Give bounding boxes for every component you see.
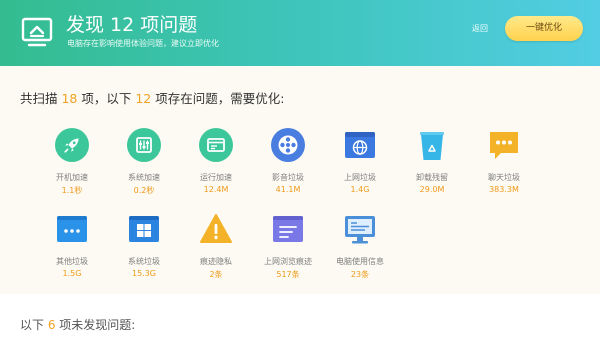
globe-browser-icon bbox=[345, 132, 375, 158]
window-icon bbox=[199, 128, 233, 162]
item-value: 517条 bbox=[276, 270, 300, 279]
item-value: 12.4M bbox=[203, 185, 229, 194]
item-name: 系统垃圾 bbox=[128, 257, 160, 266]
summary-suffix: 项存在问题，需要优化: bbox=[151, 91, 285, 106]
notfound-prefix: 以下 bbox=[20, 318, 48, 332]
issue-item-other-junk[interactable]: 其他垃圾 1.5G bbox=[37, 212, 107, 278]
issue-item-system-speed[interactable]: 系统加速 0.2秒 bbox=[109, 128, 179, 196]
item-name: 上网垃圾 bbox=[344, 173, 376, 182]
windows-logo-icon bbox=[129, 216, 159, 242]
notfound-suffix: 项未发现问题: bbox=[55, 318, 136, 332]
pc-clean-logo-icon bbox=[21, 17, 53, 47]
item-value: 2条 bbox=[209, 270, 223, 279]
scan-summary: 共扫描 18 项，以下 12 项存在问题，需要优化: bbox=[20, 88, 284, 107]
no-problems-summary: 以下 6 项未发现问题: bbox=[20, 316, 135, 333]
scanned-count: 18 bbox=[61, 91, 78, 106]
chat-bubble-icon bbox=[490, 132, 518, 159]
rocket-icon bbox=[55, 128, 89, 162]
item-value: 383.3M bbox=[489, 185, 519, 194]
page-title: 发现 12 项问题 bbox=[66, 14, 198, 36]
item-name: 痕迹隐私 bbox=[200, 257, 232, 266]
item-name: 卸载残留 bbox=[416, 173, 448, 182]
page-subtitle: 电脑存在影响使用体验问题，建议立即优化 bbox=[67, 39, 219, 48]
more-window-icon bbox=[57, 216, 87, 242]
item-name: 系统加速 bbox=[128, 173, 160, 182]
item-value: 1.5G bbox=[62, 269, 82, 278]
issue-item-chat-junk[interactable]: 聊天垃圾 383.3M bbox=[469, 128, 539, 194]
issue-item-run-speed[interactable]: 运行加速 12.4M bbox=[181, 128, 251, 194]
item-value: 1.4G bbox=[350, 185, 370, 194]
issue-item-privacy-traces[interactable]: 痕迹隐私 2条 bbox=[181, 212, 251, 280]
issue-item-startup[interactable]: 开机加速 1.1秒 bbox=[37, 128, 107, 196]
item-value: 41.1M bbox=[275, 185, 301, 194]
issue-item-system-junk[interactable]: 系统垃圾 15.3G bbox=[109, 212, 179, 278]
summary-prefix: 共扫描 bbox=[20, 91, 62, 106]
issue-item-uninstall-residue[interactable]: 卸载残留 29.0M bbox=[397, 128, 467, 194]
item-name: 上网浏览痕迹 bbox=[264, 257, 312, 266]
issue-item-web-junk[interactable]: 上网垃圾 1.4G bbox=[325, 128, 395, 194]
header-banner: 发现 12 项问题 电脑存在影响使用体验问题，建议立即优化 返回 一键优化 bbox=[0, 0, 600, 66]
item-value: 15.3G bbox=[131, 269, 156, 278]
equalizer-icon bbox=[127, 128, 161, 162]
item-value: 29.0M bbox=[419, 185, 445, 194]
item-value: 0.2秒 bbox=[133, 186, 155, 195]
issue-item-media-junk[interactable]: 影音垃圾 41.1M bbox=[253, 128, 323, 194]
warning-triangle-icon bbox=[200, 214, 232, 243]
item-name: 电脑使用信息 bbox=[336, 257, 384, 266]
monitor-info-icon bbox=[345, 216, 375, 244]
film-reel-icon bbox=[271, 128, 305, 162]
problem-count: 12 bbox=[135, 91, 152, 106]
issue-item-pc-usage-info[interactable]: 电脑使用信息 23条 bbox=[325, 212, 395, 280]
item-name: 影音垃圾 bbox=[272, 173, 304, 182]
no-problems-section: 以下 6 项未发现问题: bbox=[0, 294, 600, 340]
history-list-icon bbox=[273, 216, 303, 242]
one-click-optimize-button[interactable]: 一键优化 bbox=[505, 16, 583, 41]
item-name: 开机加速 bbox=[56, 173, 88, 182]
item-name: 其他垃圾 bbox=[56, 257, 88, 266]
summary-middle: 项，以下 bbox=[77, 91, 136, 106]
item-name: 聊天垃圾 bbox=[488, 173, 520, 182]
back-link[interactable]: 返回 bbox=[472, 23, 488, 34]
problems-panel: 共扫描 18 项，以下 12 项存在问题，需要优化: 开机加速 1.1秒 系统加… bbox=[0, 66, 600, 294]
item-value: 1.1秒 bbox=[61, 186, 83, 195]
issue-item-browsing-traces[interactable]: 上网浏览痕迹 517条 bbox=[253, 212, 323, 280]
optimizer-window: 发现 12 项问题 电脑存在影响使用体验问题，建议立即优化 返回 一键优化 共扫… bbox=[0, 0, 600, 340]
recycle-bin-icon bbox=[420, 132, 444, 160]
item-name: 运行加速 bbox=[200, 173, 232, 182]
item-value: 23条 bbox=[350, 270, 370, 279]
